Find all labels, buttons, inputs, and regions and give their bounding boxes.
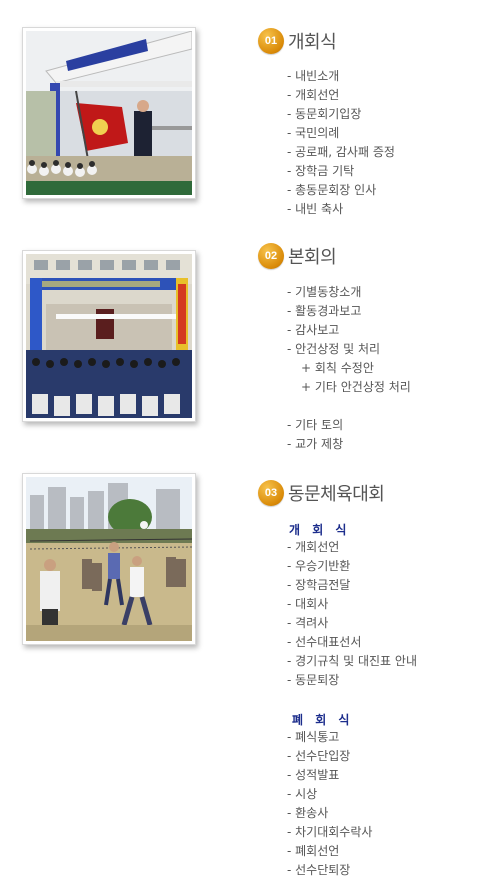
list-item: - 감사보고	[287, 323, 340, 337]
opening-ceremony-label: 개 회 식	[289, 523, 351, 537]
section-3-closing-list: - 폐식통고 - 선수단입장 - 성적발표 - 시상 - 환송사 - 차기대회수…	[287, 728, 372, 880]
list-item: - 총동문회장 인사	[287, 183, 377, 197]
list-item: - 차기대회수락사	[287, 825, 373, 839]
list-item: - 기타 토의	[287, 418, 344, 432]
section-3-opening-list: - 개회선언 - 우승기반환 - 장학금전달 - 대회사 - 격려사 - 선수대…	[287, 538, 417, 690]
photo-general-meeting	[22, 250, 196, 422]
list-item: - 기별동창소개	[287, 285, 362, 299]
section-3-header: 03 동문체육대회	[258, 480, 385, 506]
list-subitem: + 기타 안건상정 처리	[301, 380, 411, 394]
closing-ceremony-label: 폐 회 식	[292, 713, 354, 727]
list-item: - 대회사	[287, 597, 329, 611]
list-item: - 장학금전달	[287, 578, 351, 592]
list-item: - 성적발표	[287, 768, 340, 782]
list-item: - 공로패, 감사패 증정	[287, 145, 395, 159]
photo-opening-ceremony	[22, 27, 196, 199]
list-item: - 내빈 축사	[287, 202, 344, 216]
list-subitem: + 회칙 수정안	[301, 361, 374, 375]
section-number-badge: 01	[258, 28, 284, 54]
section-1-header: 01 개회식	[258, 28, 337, 54]
list-item: - 우승기반환	[287, 559, 351, 573]
list-item: - 안건상정 및 처리	[287, 342, 381, 356]
list-item: - 선수대표선서	[287, 635, 362, 649]
list-item: - 폐식통고	[287, 730, 340, 744]
sports-day-image	[26, 477, 192, 641]
list-item: - 시상	[287, 787, 318, 801]
section-number-badge: 02	[258, 243, 284, 269]
section-2-header: 02 본회의	[258, 243, 337, 269]
list-item: - 국민의례	[287, 126, 340, 140]
list-item: - 내빈소개	[287, 69, 340, 83]
list-item: - 활동경과보고	[287, 304, 362, 318]
section-number-badge: 03	[258, 480, 284, 506]
section-2-list: - 기별동창소개 - 활동경과보고 - 감사보고 - 안건상정 및 처리 + 회…	[287, 283, 411, 454]
list-item: - 경기규칙 및 대진표 안내	[287, 654, 417, 668]
photo-sports-day	[22, 473, 196, 645]
list-item: - 폐회선언	[287, 844, 340, 858]
list-item: - 선수단퇴장	[287, 863, 351, 877]
list-item: - 동문회기입장	[287, 107, 362, 121]
section-title: 동문체육대회	[288, 484, 385, 505]
list-item: - 동문퇴장	[287, 673, 340, 687]
section-1-list: - 내빈소개 - 개회선언 - 동문회기입장 - 국민의례 - 공로패, 감사패…	[287, 67, 395, 219]
list-item: - 선수단입장	[287, 749, 351, 763]
list-spacer	[287, 397, 411, 416]
list-item: - 장학금 기탁	[287, 164, 355, 178]
list-item: - 개회선언	[287, 540, 340, 554]
general-meeting-image	[26, 254, 192, 418]
opening-ceremony-image	[26, 31, 192, 195]
list-item: - 교가 제창	[287, 437, 344, 451]
list-item: - 개회선언	[287, 88, 340, 102]
list-item: - 격려사	[287, 616, 329, 630]
section-title: 개회식	[288, 32, 337, 53]
section-title: 본회의	[288, 247, 337, 268]
list-item: - 환송사	[287, 806, 329, 820]
